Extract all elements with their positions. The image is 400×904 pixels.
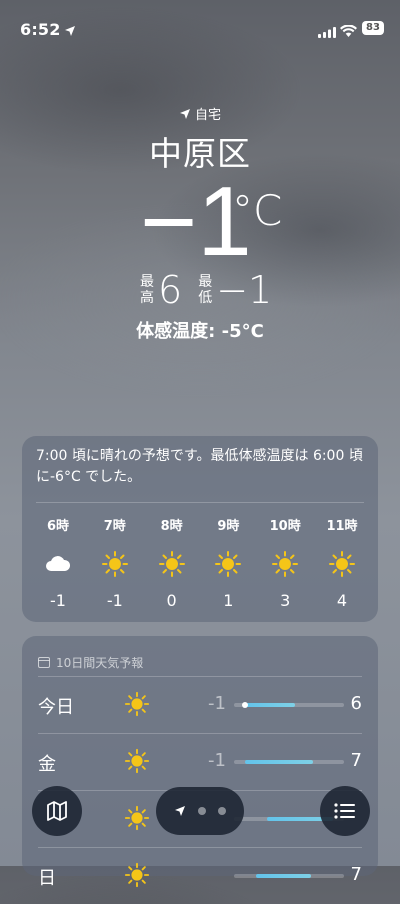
day-name: 金 [38, 754, 56, 775]
day-row[interactable]: 日7 [38, 847, 362, 904]
hourly-forecast-card[interactable]: 7:00 頃に晴れの予想です。最低体感温度は 6:00 頃に-6°C でした。 … [22, 436, 378, 622]
hour-temp: 1 [223, 591, 234, 610]
page-indicator[interactable] [156, 787, 244, 835]
hour-temp: 0 [166, 591, 177, 610]
bottom-toolbar [0, 784, 400, 844]
location-arrow-icon [175, 806, 185, 816]
day-high: 7 [350, 864, 362, 885]
page-dot [198, 807, 206, 815]
hour-time: 11時 [326, 519, 358, 534]
hour-item: 10時 3 [259, 515, 311, 610]
my-location-label: 自宅 [0, 104, 400, 123]
map-button[interactable] [32, 786, 82, 836]
hour-item: 11時 4 [316, 515, 368, 610]
feels-like: 体感温度: -5°C [136, 321, 264, 342]
hour-temp: -1 [50, 591, 66, 610]
map-icon [47, 801, 67, 821]
hour-time: 8時 [160, 519, 183, 534]
current-weather: 自宅 中原区 −1 °C 最 高 6 最 低 −1 体感温度: -5°C [0, 104, 400, 342]
low-temp: −1 [216, 268, 273, 312]
sun-icon [214, 543, 242, 585]
page-dot [218, 807, 226, 815]
day-row[interactable]: 今日 -1 6 [38, 676, 362, 733]
day-low: -1 [208, 693, 226, 714]
sun-icon [124, 691, 150, 721]
temp-range-fill [245, 703, 295, 707]
high-label: 最 高 [140, 274, 154, 306]
temperature-unit: °C [232, 186, 283, 235]
daily-title-text: 10日間天気予報 [56, 655, 144, 670]
day-row[interactable]: 金 -1 7 [38, 733, 362, 790]
sun-icon [328, 543, 356, 585]
battery-indicator: 83 [362, 21, 384, 35]
temp-range-fill [245, 760, 313, 764]
hour-time: 9時 [217, 519, 240, 534]
sun-icon [124, 748, 150, 778]
location-arrow-icon [64, 22, 76, 41]
day-high: 7 [350, 750, 362, 771]
city-list-button[interactable] [320, 786, 370, 836]
hour-time: 6時 [46, 519, 70, 534]
hour-item: 7時 -1 [89, 515, 141, 610]
temp-range-bar [234, 702, 344, 708]
location-label: 自宅 [194, 108, 221, 123]
hour-item: 8時 0 [146, 515, 198, 610]
sun-icon [271, 543, 299, 585]
hour-temp: -1 [106, 591, 123, 610]
hour-time: 7時 [103, 519, 126, 534]
hourly-summary: 7:00 頃に晴れの予想です。最低体感温度は 6:00 頃に-6°C でした。 [36, 448, 363, 485]
day-name: 日 [38, 868, 56, 889]
current-temperature: −1 °C [0, 166, 400, 276]
hour-temp: 3 [280, 591, 291, 610]
location-arrow-icon [179, 108, 190, 119]
high-temp: 6 [158, 268, 183, 312]
sun-icon [158, 543, 186, 585]
hour-temp: 4 [336, 591, 348, 610]
cloud-icon [44, 543, 72, 585]
sun-icon [101, 543, 129, 585]
temp-range-bar [234, 874, 344, 878]
temp-range-bar [234, 760, 344, 764]
hour-item: 9時 1 [202, 515, 254, 610]
temp-range-fill [256, 874, 311, 878]
hour-time: 10時 [269, 519, 301, 534]
status-time: 6:52 [20, 20, 61, 39]
day-low: -1 [208, 750, 226, 771]
wifi-icon [340, 22, 357, 41]
current-temp-marker [242, 702, 248, 708]
cellular-signal-icon [318, 23, 336, 42]
daily-forecast-title: 10日間天気予報 [22, 636, 378, 676]
sun-icon [124, 862, 150, 892]
list-icon [334, 803, 355, 819]
calendar-icon [38, 657, 50, 668]
hourly-list[interactable]: 6時 -1 7時 -1 8時 0 9時 1 10時 3 11時 4 [22, 503, 378, 610]
day-name: 今日 [38, 697, 74, 718]
hour-item: 6時 -1 [32, 515, 84, 610]
day-high: 6 [350, 693, 362, 714]
low-label: 最 低 [198, 274, 213, 306]
high-low: 最 高 6 最 低 −1 [140, 268, 288, 312]
status-bar: 6:52 83 [0, 0, 400, 54]
